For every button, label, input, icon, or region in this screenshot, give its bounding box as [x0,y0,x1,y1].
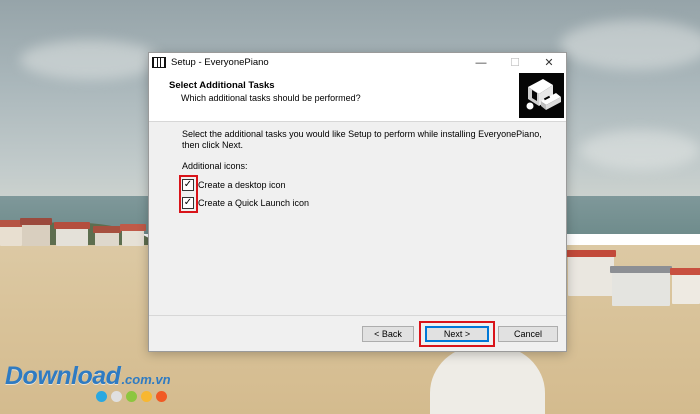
minimize-button[interactable]: — [464,53,498,72]
piano-app-icon [152,57,166,68]
window-title: Setup - EveryonePiano [171,57,269,68]
back-button[interactable]: < Back [362,326,414,342]
watermark-tld: .com.vn [121,372,171,387]
footer-divider [149,315,566,316]
cancel-button[interactable]: Cancel [498,326,558,342]
close-button[interactable]: ✕ [532,53,566,72]
page-subtitle: Which additional tasks should be perform… [181,93,361,103]
watermark-brand: Download [5,362,121,390]
watermark-dot [141,391,152,402]
watermark-dot [126,391,137,402]
checkbox-highlight [179,175,198,213]
intro-text: Select the additional tasks you would li… [182,129,542,150]
desktop-icon-label: Create a desktop icon [198,180,286,190]
watermark-dot [96,391,107,402]
maximize-button: ☐ [510,57,520,69]
watermark-dot [111,391,122,402]
setup-dialog: Setup - EveryonePiano — ☐ ✕ Select Addit… [148,52,567,352]
additional-icons-label: Additional icons: [182,161,248,171]
watermark-dots [96,391,167,402]
wizard-header: Select Additional Tasks Which additional… [149,72,566,122]
quick-launch-icon-label: Create a Quick Launch icon [198,198,310,208]
watermark-dot [156,391,167,402]
download-watermark: Download .com.vn [5,362,171,391]
page-title: Select Additional Tasks [169,80,275,91]
title-bar[interactable]: Setup - EveryonePiano — ☐ ✕ [149,53,566,72]
installer-computer-icon [519,73,564,118]
quick-launch-icon-option[interactable]: ✓ Create a Quick Launch icon [182,195,309,211]
next-button[interactable]: Next > [425,326,489,342]
